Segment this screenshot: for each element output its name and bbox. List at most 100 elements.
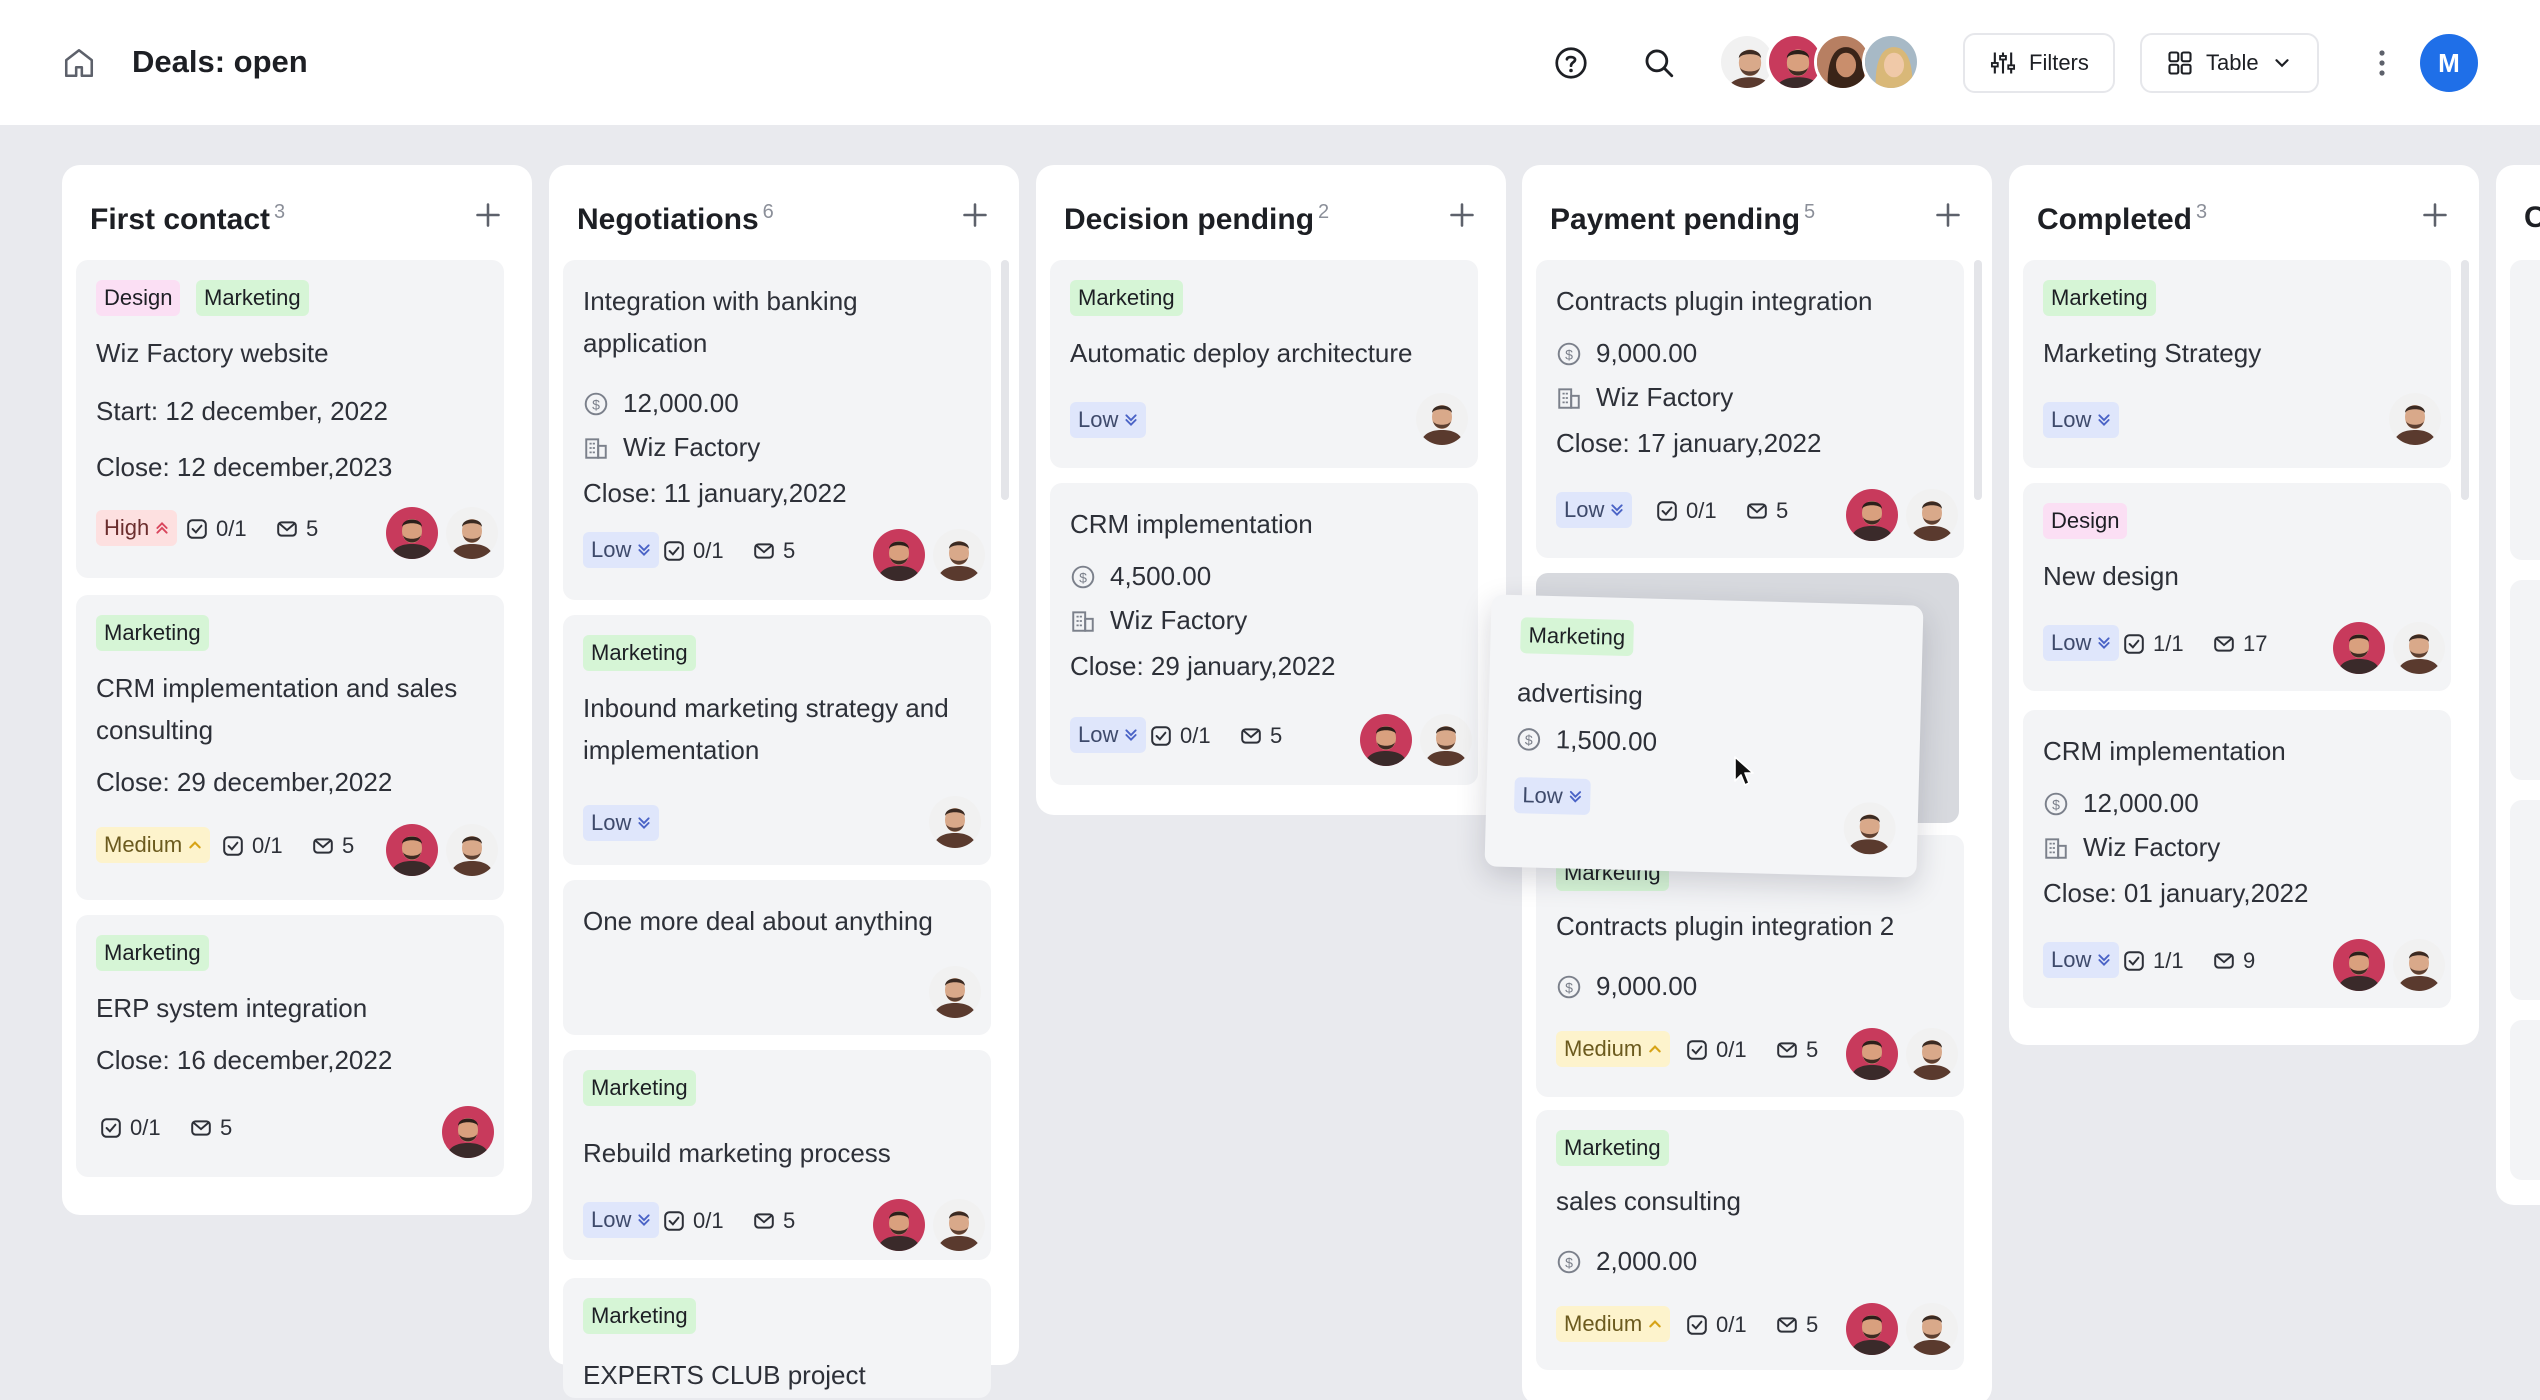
dollar-icon (1556, 341, 1582, 367)
priority-badge: Low (1556, 492, 1633, 528)
help-icon[interactable] (1549, 41, 1593, 85)
card-assignees (873, 529, 985, 581)
top-header: Deals: open Filters Table M (0, 0, 2540, 125)
message-icon (2213, 950, 2235, 972)
priority-low-icon (1124, 728, 1138, 742)
card-close-date: Close: 16 december,2022 (96, 1045, 393, 1075)
column-scrollbar[interactable] (1974, 260, 1982, 500)
add-card-icon[interactable] (472, 199, 504, 231)
deal-card[interactable] (2510, 800, 2540, 1000)
add-card-icon[interactable] (959, 199, 991, 231)
sliders-icon (1990, 52, 2016, 74)
dollar-icon (583, 391, 609, 417)
kanban-board: First contact 3 Design Marketing Wiz Fact… (0, 125, 2540, 1400)
priority-badge: Low (2043, 942, 2120, 978)
team-avatars[interactable] (1718, 33, 1920, 93)
view-select[interactable]: Table (2140, 33, 2319, 93)
card-title: advertising (1516, 677, 1644, 711)
mouse-cursor-icon (1734, 756, 1754, 786)
checkbox-icon (663, 1210, 685, 1232)
chevron-down-icon (2274, 59, 2289, 68)
priority-high-icon (155, 521, 169, 535)
avatar (2333, 622, 2385, 674)
tasks-count: 0/1 (1150, 723, 1211, 749)
column-title: Payment pending 5 (1550, 201, 1816, 236)
card-title: sales consulting (1556, 1186, 1741, 1216)
deal-card[interactable]: Marketing sales consulting 2,000.00 Medi… (1536, 1110, 1964, 1370)
grid-icon (2168, 51, 2192, 75)
message-icon (1746, 500, 1768, 522)
deal-card[interactable]: CRM implementation 4,500.00 Wiz Factory … (1050, 483, 1478, 785)
deal-card[interactable]: Marketing EXPERTS CLUB project (563, 1278, 991, 1398)
messages-count: 5 (312, 833, 354, 859)
add-card-icon[interactable] (2419, 199, 2451, 231)
deal-card[interactable]: Marketing CRM implementation and sales c… (76, 595, 504, 900)
priority-low-icon (2097, 413, 2111, 427)
priority-badge: Medium (96, 827, 211, 863)
priority-low-icon (2097, 636, 2111, 650)
checkbox-icon (2123, 633, 2145, 655)
avatar (2333, 939, 2385, 991)
priority-low-icon (2097, 953, 2111, 967)
more-menu-icon[interactable] (2368, 42, 2396, 84)
tasks-count: 1/1 (2123, 631, 2184, 657)
add-card-icon[interactable] (1932, 199, 1964, 231)
avatar (446, 507, 498, 559)
checkbox-icon (1686, 1314, 1708, 1336)
card-assignees (386, 507, 498, 559)
deal-card[interactable]: Marketing Marketing Strategy Low (2023, 260, 2451, 468)
card-amount: 2,000.00 (1556, 1246, 1697, 1277)
priority-low-icon (1569, 789, 1583, 803)
card-amount: 12,000.00 (583, 388, 739, 419)
deal-card[interactable]: Design New design Low 1/1 17 (2023, 483, 2451, 691)
avatar (1420, 714, 1472, 766)
deal-card[interactable] (2510, 260, 2540, 560)
deal-card[interactable]: One more deal about anything (563, 880, 991, 1035)
card-title: CRM implementation and sales consulting (96, 673, 458, 745)
card-company: Wiz Factory (1070, 605, 1247, 636)
card-title: CRM implementation (1070, 509, 1313, 539)
card-title: Contracts plugin integration 2 (1556, 911, 1895, 941)
column-scrollbar[interactable] (1001, 260, 1009, 500)
card-close-date: Close: 12 december,2023 (96, 452, 393, 482)
card-assignees (873, 1199, 985, 1251)
priority-low-icon (1124, 413, 1138, 427)
dragging-card[interactable]: Marketing advertising 1,500.00 Low (1484, 594, 1924, 878)
deal-card[interactable]: CRM implementation 12,000.00 Wiz Factory… (2023, 710, 2451, 1008)
deal-card[interactable] (2510, 580, 2540, 780)
search-icon[interactable] (1637, 41, 1681, 85)
building-icon (1556, 385, 1582, 411)
column-count: 2 (1318, 201, 1330, 223)
deal-card[interactable]: Integration with banking application 12,… (563, 260, 991, 600)
card-assignees (929, 796, 981, 848)
deal-card[interactable]: Marketing Inbound marketing strategy and… (563, 615, 991, 865)
card-assignees (442, 1106, 494, 1158)
deal-card[interactable]: Contracts plugin integration 9,000.00 Wi… (1536, 260, 1964, 558)
tasks-count: 0/1 (663, 538, 724, 564)
deal-card[interactable]: Design Marketing Wiz Factory website Sta… (76, 260, 504, 578)
avatar (1862, 33, 1920, 91)
deal-card[interactable]: Marketing Rebuild marketing process Low … (563, 1050, 991, 1260)
card-assignees (1416, 393, 1468, 445)
card-amount: 4,500.00 (1070, 561, 1211, 592)
user-avatar[interactable]: M (2420, 34, 2478, 92)
checkbox-icon (1150, 725, 1172, 747)
avatar (1360, 714, 1412, 766)
deal-card[interactable]: Marketing Automatic deploy architecture … (1050, 260, 1478, 468)
add-card-icon[interactable] (1446, 199, 1478, 231)
column-scrollbar[interactable] (2461, 260, 2469, 500)
deal-card[interactable] (2510, 1020, 2540, 1180)
card-close-date: Close: 29 january,2022 (1070, 651, 1336, 681)
building-icon (2043, 835, 2069, 861)
card-amount: 9,000.00 (1556, 338, 1697, 369)
tag-marketing: Marketing (96, 615, 209, 651)
filters-button[interactable]: Filters (1963, 33, 2115, 93)
checkbox-icon (222, 835, 244, 857)
column-title: Negotiations 6 (577, 201, 774, 236)
deal-card[interactable]: Marketing ERP system integration Close: … (76, 915, 504, 1177)
avatar (442, 1106, 494, 1158)
home-icon[interactable] (58, 42, 100, 84)
priority-badge: Medium (1556, 1031, 1671, 1067)
messages-count: 5 (1746, 498, 1788, 524)
card-assignees (2333, 939, 2445, 991)
